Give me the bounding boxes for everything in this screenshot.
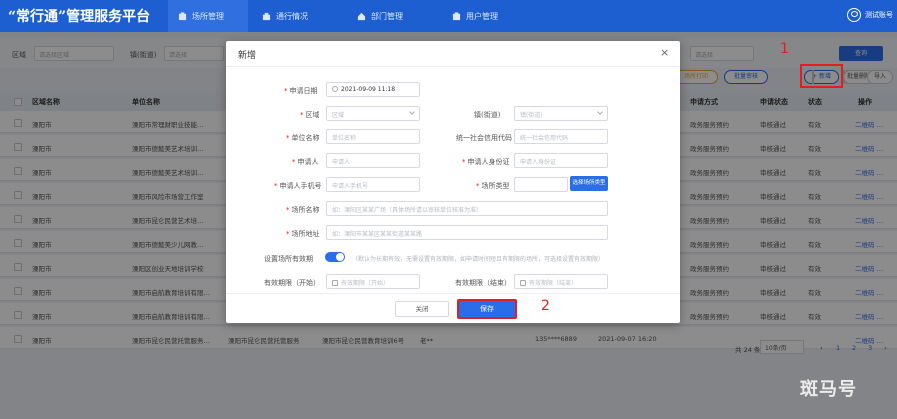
address-label: * 场所地址 [286, 230, 320, 238]
dialog-title: 新增 [238, 51, 257, 61]
nav-item-place-management[interactable]: 场所管理 [168, 0, 248, 32]
validity-toggle-label: 设置场所有效期 [264, 255, 313, 263]
step-2-annotation: 2 [541, 298, 550, 314]
cancel-button[interactable]: 关闭 [395, 301, 449, 317]
add-button-highlight [800, 64, 843, 88]
id-card-label: * 申请人身份证 [462, 158, 510, 166]
town-select[interactable]: 镇(街道) [514, 106, 608, 121]
nav-item-users[interactable]: 用户管理 [452, 0, 498, 32]
unit-field[interactable]: 单位名称 [326, 129, 420, 144]
nav-label: 场所管理 [192, 11, 224, 21]
user-name: 测试账号 [865, 11, 893, 19]
select-place-type-button[interactable]: 选择场所类型 [570, 176, 608, 191]
step-1-annotation: 1 [780, 41, 789, 57]
building-icon [178, 11, 187, 20]
save-button[interactable]: 保存 [457, 299, 517, 319]
calendar-icon [520, 280, 526, 286]
credit-code-label: 统一社会信用代码 [456, 134, 512, 142]
credit-code-field[interactable]: 统一社会信用代码 [514, 129, 608, 144]
town-label: 镇(街道) [474, 111, 501, 119]
users-icon [452, 11, 461, 20]
home-icon [357, 12, 366, 20]
user-menu[interactable]: 测试账号 [847, 8, 893, 22]
start-date-label: 有效期限（开始） [264, 279, 320, 287]
calendar-icon [332, 280, 338, 286]
clock-icon [332, 86, 338, 92]
address-field[interactable]: 如：溧阳市某某区某某街道某某路 [326, 225, 608, 240]
nav-label: 部门管理 [371, 11, 403, 21]
chevron-down-icon [409, 109, 415, 115]
gate-icon [262, 12, 271, 20]
chevron-down-icon [597, 109, 603, 115]
place-type-label: * 场所类型 [476, 182, 510, 190]
region-select[interactable]: 区域 [326, 106, 420, 121]
place-name-field[interactable]: 如：溧阳区某某广场（具体场所请以审核单位核准为准） [326, 201, 608, 216]
apply-date-field[interactable]: 2021-09-09 11:18 [326, 82, 420, 97]
phone-label: * 申请人手机号 [274, 182, 322, 190]
applicant-label: * 申请人 [292, 158, 319, 166]
id-card-field[interactable]: 申请人身份证 [514, 153, 608, 168]
end-date-label: 有效期限（结束） [455, 279, 511, 287]
dialog-footer-divider [226, 293, 680, 294]
validity-hint: （默认为长期有效，无需设置有效期限，如申请时间短且有期限的场所，可选择设置有效期… [352, 256, 605, 263]
top-nav-bar: “常行通”管理服务平台 场所管理 通行情况 部门管理 用户管理 测试账号 [0, 0, 897, 32]
watermark: 斑马号 [800, 379, 857, 400]
applicant-field[interactable]: 申请人 [326, 153, 420, 168]
user-avatar-icon [847, 8, 861, 22]
nav-label: 用户管理 [466, 11, 498, 21]
end-date-field[interactable]: 有效期限（结束） [514, 274, 608, 289]
nav-label: 通行情况 [276, 11, 308, 21]
place-name-label: * 场所名称 [286, 206, 320, 214]
validity-toggle[interactable] [325, 252, 345, 262]
start-date-field[interactable]: 有效期限（开始） [326, 274, 420, 289]
place-type-field[interactable] [514, 177, 568, 192]
nav-item-traffic[interactable]: 通行情况 [262, 0, 308, 32]
app-title: “常行通”管理服务平台 [8, 9, 151, 25]
unit-label: * 单位名称 [286, 134, 320, 142]
nav-item-department[interactable]: 部门管理 [357, 0, 403, 32]
dialog-header: 新增 × [226, 41, 680, 67]
close-icon[interactable]: × [660, 46, 669, 59]
phone-field[interactable]: 申请人手机号 [326, 177, 420, 192]
region-label: * 区域 [300, 111, 320, 119]
apply-date-label: * 申请日期 [284, 87, 318, 95]
